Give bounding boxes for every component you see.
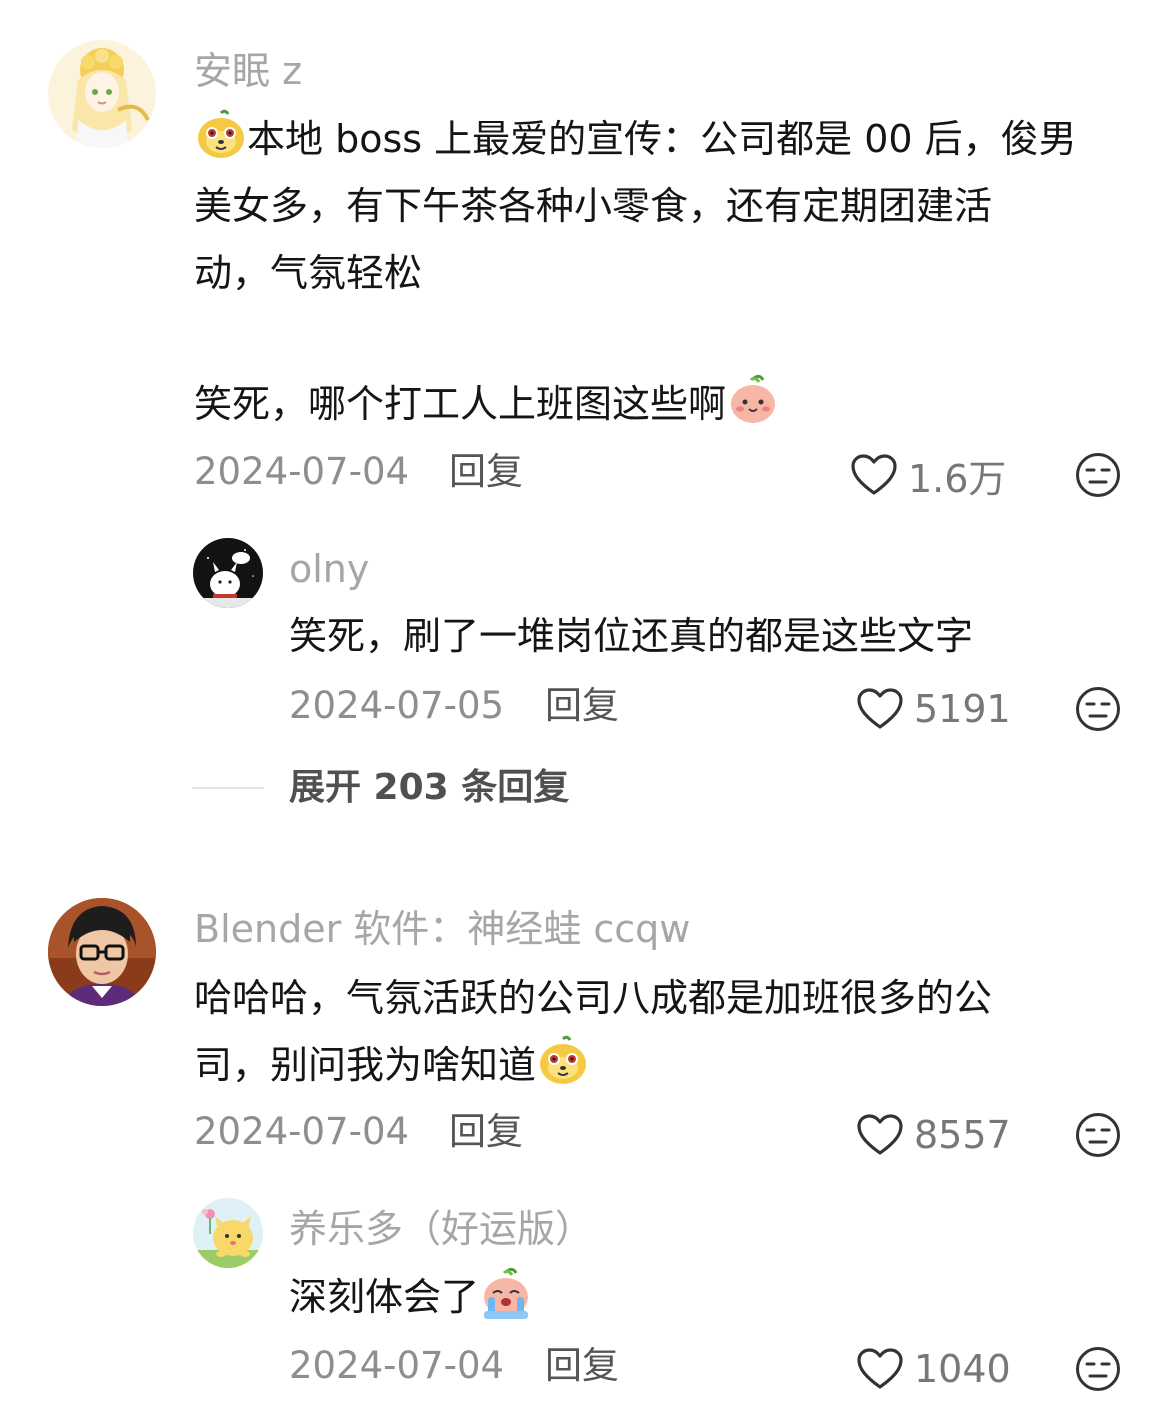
crying-face-emoji [480, 1267, 532, 1319]
heart-outline-icon [856, 687, 904, 731]
comment-line: 本地 boss 上最爱的宣传：公司都是 00 后，俊男 [247, 117, 1077, 161]
heart-outline-icon [850, 453, 898, 497]
meh-face-icon[interactable] [1075, 1112, 1121, 1158]
comment-content: 哈哈哈，气氛活跃的公司八成都是加班很多的公 司，别问我为啥知道 [194, 965, 1134, 1099]
dog-face-emoji [195, 109, 247, 161]
avatar[interactable] [48, 898, 156, 1006]
like-button[interactable]: 8557 [856, 1110, 1011, 1160]
expand-divider [192, 787, 264, 789]
comment-username[interactable]: Blender 软件：神经蛙 ccqw [194, 906, 690, 952]
like-count: 5191 [914, 687, 1011, 731]
comment-line: 动，气氛轻松 [194, 251, 423, 295]
reply-content: 笑死，刷了一堆岗位还真的都是这些文字 [289, 603, 1129, 670]
comment-line: 哈哈哈，气氛活跃的公司八成都是加班很多的公 [194, 976, 993, 1020]
reply-username[interactable]: 养乐多（好运版） [289, 1206, 593, 1252]
comment-date: 2024-07-04 [194, 1110, 410, 1153]
comment-line: 美女多，有下午茶各种小零食，还有定期团建活 [194, 184, 993, 228]
like-count: 1.6万 [908, 456, 1007, 501]
reply-date: 2024-07-05 [289, 684, 505, 727]
meh-face-icon[interactable] [1075, 1346, 1121, 1392]
comment-line: 司，别问我为啥知道 [194, 1043, 537, 1087]
reply-line: 笑死，刷了一堆岗位还真的都是这些文字 [289, 614, 974, 658]
comment-username[interactable]: 安眠 z [194, 48, 302, 94]
like-count: 8557 [914, 1113, 1011, 1157]
reply-button[interactable]: 回复 [545, 683, 619, 729]
heart-outline-icon [856, 1113, 904, 1157]
comment-line: 笑死，哪个打工人上班图这些啊 [194, 382, 727, 426]
reply-content: 深刻体会了 [289, 1264, 1129, 1331]
comment-content: 本地 boss 上最爱的宣传：公司都是 00 后，俊男 美女多，有下午茶各种小零… [194, 106, 1134, 438]
heart-outline-icon [856, 1347, 904, 1391]
reply-date: 2024-07-04 [289, 1344, 505, 1387]
reply-button[interactable]: 回复 [449, 1109, 523, 1155]
reply-username[interactable]: olny [289, 546, 369, 592]
avatar[interactable] [48, 40, 156, 148]
reply-line: 深刻体会了 [289, 1275, 480, 1319]
like-count: 1040 [914, 1347, 1011, 1391]
like-button[interactable]: 5191 [856, 684, 1011, 734]
comment-date: 2024-07-04 [194, 450, 410, 493]
like-button[interactable]: 1.6万 [850, 450, 1007, 501]
blush-face-emoji [727, 374, 779, 426]
reply-button[interactable]: 回复 [545, 1343, 619, 1389]
expand-replies-button[interactable]: 展开 203 条回复 [289, 765, 569, 811]
like-button[interactable]: 1040 [856, 1344, 1011, 1394]
avatar[interactable] [193, 1198, 263, 1268]
reply-button[interactable]: 回复 [449, 449, 523, 495]
meh-face-icon[interactable] [1075, 686, 1121, 732]
meh-face-icon[interactable] [1075, 452, 1121, 498]
avatar[interactable] [193, 538, 263, 608]
dog-face-emoji [537, 1035, 589, 1087]
